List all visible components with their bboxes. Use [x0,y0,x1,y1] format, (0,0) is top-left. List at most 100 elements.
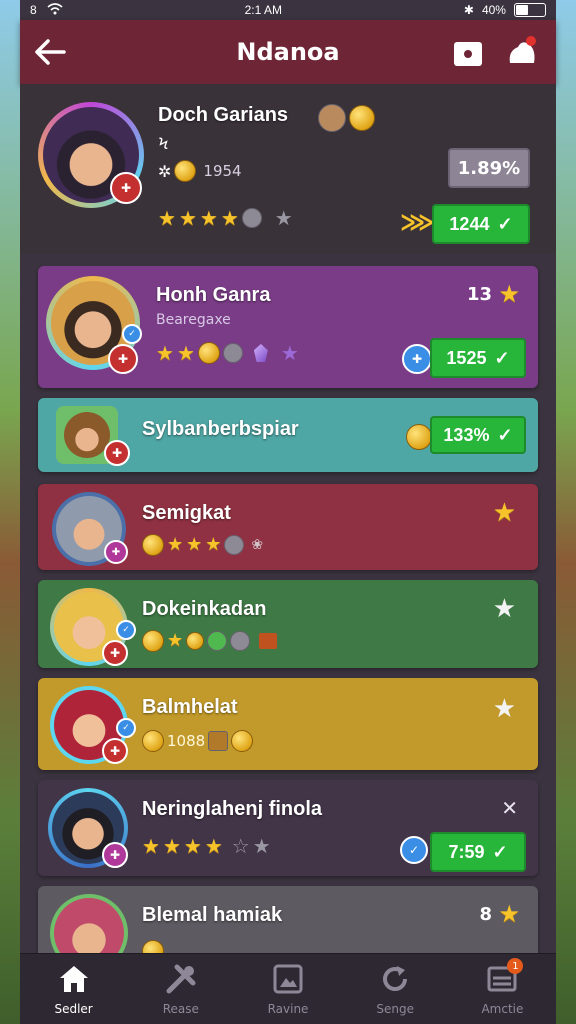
back-arrow-icon[interactable] [32,34,68,70]
star-outline-icon: ★ [492,594,516,624]
star-icon: ★ [178,206,197,230]
coin-icon [142,534,164,556]
player-rank: 13 [466,284,492,305]
player-profile: ✚ Doch Garians Ϟ ✲ 1954 1.89% ★ ★ ★ ★ ★ … [20,84,556,254]
shield-badge-icon: ✚ [402,344,432,374]
close-icon[interactable]: ✕ [501,796,518,820]
inbox-icon: 1 [485,958,524,996]
shield-badge-icon: ✓ [400,836,428,864]
avatar-mini-icon [318,104,346,132]
star-icon: ★ [186,534,203,555]
coin-icon [349,105,375,131]
level-badge-icon: ✚ [102,738,128,764]
percent-value: 133% [443,424,490,445]
leaderboard-card[interactable]: ✚ Sylbanberbspiar 133% ✓ [38,398,538,472]
page-title: Ndanoa [236,38,340,66]
leaderboard-card[interactable]: ✚ ✓ Dokeinkadan ★ ★ [38,580,538,668]
nav-label: Senge [376,1002,415,1016]
score-value: 7:59 [448,841,485,862]
gray-token-icon [241,208,262,228]
stat-value: 1088 [167,732,206,750]
image-frame-icon [271,962,305,996]
tools-icon [164,962,198,996]
nav-item-home[interactable]: Sedler [20,954,127,1024]
nav-item-inbox[interactable]: 1 Amctie [449,954,556,1024]
score-badge[interactable]: 1525 ✓ [430,338,526,378]
score-badge[interactable]: 7:59 ✓ [430,832,526,872]
leaderboard-card[interactable]: ✚ Semigkat ★ ★ ★ ❀ ★ [38,484,538,570]
profile-title-badges [318,104,375,132]
wifi-icon [47,2,63,18]
star-icon: ★ [205,534,222,555]
player-name: Neringlahenj finola [142,798,323,820]
level-badge-icon: ✚ [102,640,128,666]
leaderboard-card[interactable]: ✚ ✓ Honh Ganra Bearegaxe ★ ★ ★ 13 ★ ✚ 15… [38,266,538,388]
star-empty-icon: ★ [274,206,293,230]
score-value: 1525 [446,347,487,368]
chest-icon [259,633,278,649]
player-name: Dokeinkadan [142,598,267,620]
paw-icon: ❀ [251,537,264,553]
coin-icon [142,730,164,752]
profile-name: Doch Garians [158,104,289,126]
verified-icon: ✓ [116,620,136,640]
sim-icon: 8 [30,3,37,17]
player-rank: 8 [479,904,492,925]
star-icon: ★ [199,206,218,230]
player-name: Blemal hamiak [142,904,283,926]
profile-coins: ✲ 1954 [158,160,242,182]
shop-bag-icon[interactable] [450,34,486,70]
player-name: Semigkat [142,502,231,524]
coin-icon [197,342,220,364]
bottom-navigation: Sedler Rease Ravine Senge 1 Amctie [20,953,556,1024]
score-badge[interactable]: 1244 ✓ [432,204,530,244]
notification-dot [526,36,536,46]
gray-token-icon [230,631,251,651]
inbox-badge: 1 [507,958,524,974]
bluetooth-icon: ✱ [463,3,474,17]
home-icon [57,962,91,996]
leaderboard-card[interactable]: ✚ Neringlahenj finola ★ ★ ★ ★ ☆ ★ ✕ ✓ 7:… [38,780,538,876]
star-icon: ★ [158,206,176,230]
gray-token-icon [222,343,243,363]
level-badge-icon: ✚ [110,172,142,204]
coin-count: 1954 [203,162,242,180]
player-stars: ★ ★ ★ [156,342,299,364]
player-subtitle: Bearegaxe [156,312,231,328]
leaderboard-card[interactable]: ✚ ✓ Balmhelat 1088 ★ [38,678,538,770]
background-scenery-left [0,0,22,1024]
coin-icon [406,424,432,450]
coin-icon [174,160,197,182]
sparkle-icon: ✲ [158,161,172,181]
star-icon: ★ [183,834,202,858]
nav-item-refresh[interactable]: Senge [342,954,449,1024]
star-icon: ★ [204,834,223,858]
star-icon: ★ [176,341,195,365]
nav-item-gallery[interactable]: Ravine [234,954,341,1024]
background-scenery-right [554,0,576,1024]
refresh-icon [378,962,412,996]
nav-item-tools[interactable]: Rease [127,954,234,1024]
check-icon: ✓ [497,213,513,234]
battery-icon [513,3,546,17]
level-badge-icon: ✚ [104,540,128,564]
player-stars: ★ [142,630,278,652]
player-stars: ★ ★ ★ ★ ☆ ★ [142,836,271,856]
star-icon: ★ [156,341,174,365]
status-bar: 8 2:1 AM ✱ 40% [0,0,576,20]
player-stats: 1088 [142,730,254,752]
player-name: Sylbanberbspiar [142,418,299,440]
level-badge-icon: ✚ [104,440,130,466]
star-icon: ★ [498,280,520,308]
star-icon: ★ [492,498,516,528]
coin-icon [231,730,254,752]
star-icon: ★ [498,900,520,928]
player-stars: ★ ★ ★ ❀ [142,534,263,556]
gray-token-icon [224,535,245,555]
percent-badge[interactable]: 133% ✓ [430,416,526,454]
check-icon: ✓ [494,347,510,368]
notification-icon[interactable] [504,34,540,70]
nav-label: Amctie [481,1002,524,1016]
level-badge-icon: ✚ [102,842,128,868]
nav-label: Rease [162,1002,199,1016]
